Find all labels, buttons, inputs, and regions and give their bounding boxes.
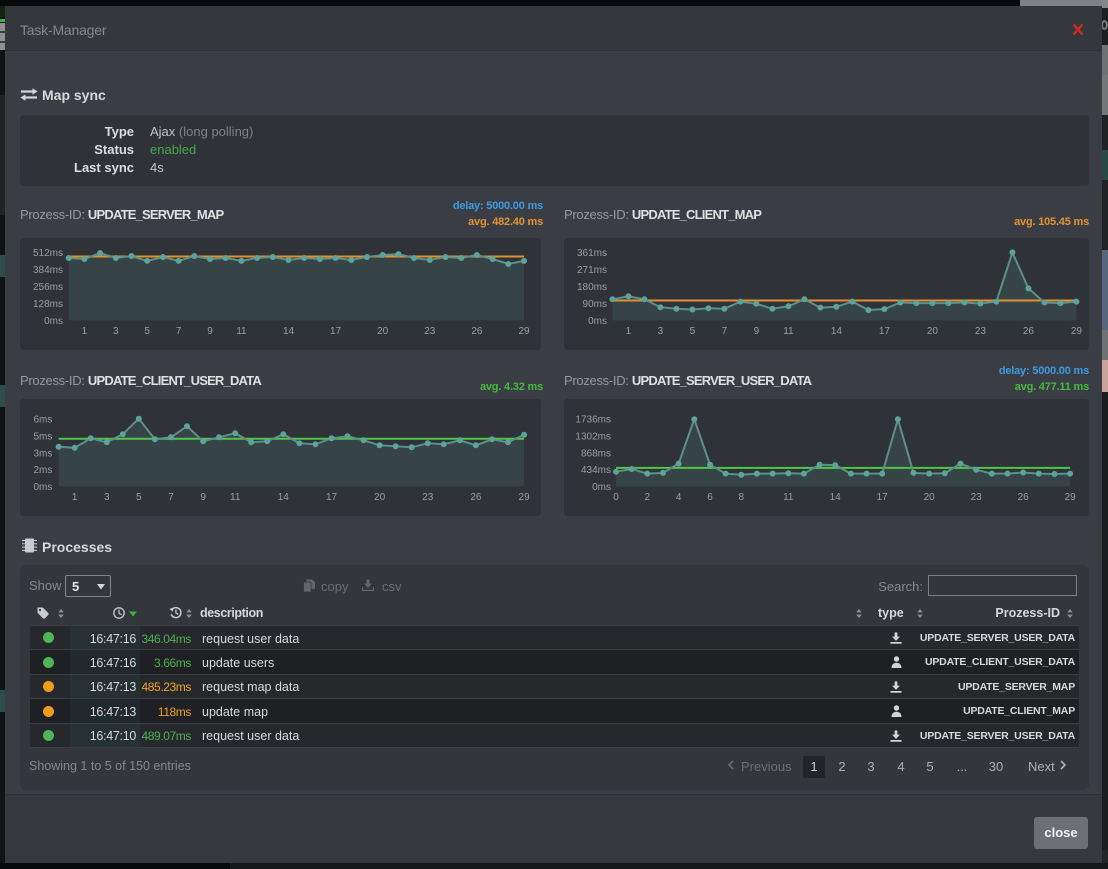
- svg-text:3: 3: [104, 492, 110, 503]
- svg-text:17: 17: [879, 326, 891, 337]
- svg-text:9: 9: [207, 326, 213, 337]
- svg-text:0ms: 0ms: [592, 482, 611, 493]
- svg-text:128ms: 128ms: [33, 299, 63, 310]
- svg-text:90ms: 90ms: [583, 299, 607, 310]
- svg-text:1: 1: [626, 326, 632, 337]
- svg-text:0: 0: [613, 492, 619, 503]
- svg-text:14: 14: [830, 492, 842, 503]
- svg-text:11: 11: [230, 492, 241, 503]
- svg-text:26: 26: [470, 492, 482, 503]
- svg-text:0ms: 0ms: [44, 316, 63, 327]
- svg-text:3ms: 3ms: [33, 448, 52, 459]
- svg-text:11: 11: [783, 492, 794, 503]
- svg-text:512ms: 512ms: [33, 248, 63, 259]
- svg-text:9: 9: [200, 492, 206, 503]
- svg-text:7: 7: [168, 492, 174, 503]
- svg-text:1: 1: [82, 326, 88, 337]
- svg-text:0ms: 0ms: [588, 316, 607, 327]
- svg-text:434ms: 434ms: [581, 465, 611, 476]
- svg-text:11: 11: [783, 326, 794, 337]
- svg-text:8: 8: [739, 492, 745, 503]
- svg-text:3: 3: [658, 326, 664, 337]
- svg-text:4: 4: [676, 492, 682, 503]
- svg-text:23: 23: [975, 326, 987, 337]
- svg-text:26: 26: [1023, 326, 1035, 337]
- svg-text:180ms: 180ms: [577, 282, 607, 293]
- svg-text:2: 2: [645, 492, 651, 503]
- svg-text:20: 20: [374, 492, 386, 503]
- svg-text:17: 17: [877, 492, 889, 503]
- svg-text:5: 5: [136, 492, 142, 503]
- svg-text:7: 7: [722, 326, 728, 337]
- svg-text:29: 29: [1071, 326, 1083, 337]
- svg-text:361ms: 361ms: [577, 248, 607, 259]
- svg-text:1302ms: 1302ms: [575, 432, 611, 443]
- svg-text:26: 26: [471, 326, 483, 337]
- svg-text:29: 29: [518, 326, 530, 337]
- svg-text:7: 7: [176, 326, 182, 337]
- svg-text:20: 20: [377, 326, 389, 337]
- svg-text:17: 17: [330, 326, 342, 337]
- svg-text:256ms: 256ms: [33, 282, 63, 293]
- svg-text:26: 26: [1018, 492, 1030, 503]
- svg-text:20: 20: [924, 492, 936, 503]
- svg-text:14: 14: [831, 326, 843, 337]
- svg-text:23: 23: [971, 492, 983, 503]
- svg-text:11: 11: [236, 326, 247, 337]
- svg-text:1: 1: [72, 492, 78, 503]
- svg-text:271ms: 271ms: [577, 265, 607, 276]
- svg-text:14: 14: [283, 326, 295, 337]
- svg-text:384ms: 384ms: [33, 265, 63, 276]
- svg-text:20: 20: [927, 326, 939, 337]
- svg-text:6ms: 6ms: [33, 415, 52, 426]
- svg-text:9: 9: [754, 326, 760, 337]
- svg-text:5: 5: [690, 326, 696, 337]
- svg-text:29: 29: [1065, 492, 1077, 503]
- svg-text:23: 23: [424, 326, 436, 337]
- svg-text:0ms: 0ms: [33, 482, 52, 493]
- svg-text:2ms: 2ms: [33, 465, 52, 476]
- svg-text:6: 6: [707, 492, 713, 503]
- svg-text:868ms: 868ms: [581, 448, 611, 459]
- svg-text:3: 3: [113, 326, 119, 337]
- svg-text:5ms: 5ms: [33, 432, 52, 443]
- svg-text:14: 14: [278, 492, 290, 503]
- svg-text:1736ms: 1736ms: [575, 415, 611, 426]
- svg-text:23: 23: [422, 492, 434, 503]
- svg-text:17: 17: [326, 492, 338, 503]
- svg-text:29: 29: [519, 492, 531, 503]
- svg-text:5: 5: [144, 326, 150, 337]
